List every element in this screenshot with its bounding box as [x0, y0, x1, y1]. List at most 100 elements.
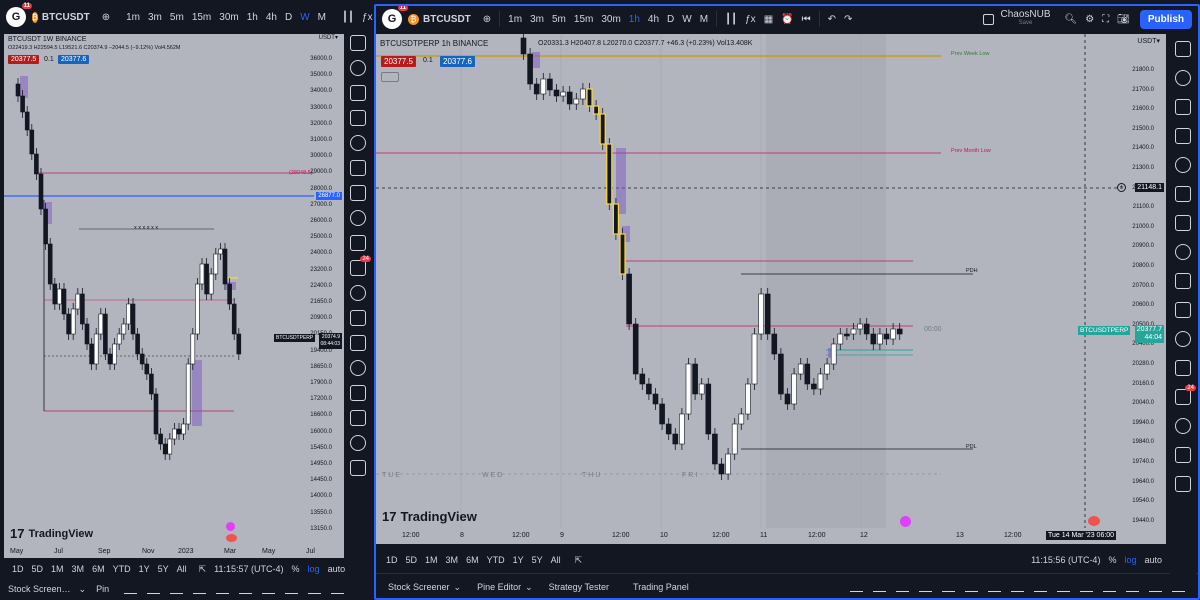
lock-icon[interactable] — [350, 460, 366, 476]
broadcast-icon[interactable] — [1175, 331, 1191, 347]
measure-icon[interactable] — [1080, 583, 1093, 592]
left-percent-toggle[interactable]: % — [288, 564, 304, 574]
fib-icon[interactable] — [285, 585, 299, 594]
right-lightning-icon[interactable] — [900, 516, 911, 527]
channel-icon[interactable] — [988, 583, 1001, 592]
search-icon[interactable]: 🔍︎ — [1061, 14, 1082, 25]
right-range-All[interactable]: All — [547, 555, 565, 565]
layers-icon[interactable]: 24 — [1175, 385, 1196, 405]
left-range-5Y[interactable]: 5Y — [154, 564, 173, 574]
ruler-icon[interactable] — [350, 435, 366, 451]
left-range-1M[interactable]: 1M — [47, 564, 68, 574]
tab-stock-screener[interactable]: Stock Screener — [376, 582, 462, 593]
arrow-icon[interactable] — [965, 583, 978, 592]
wifi-icon[interactable] — [350, 385, 366, 401]
alerts-icon[interactable] — [1175, 70, 1191, 86]
pattern-icon[interactable] — [1034, 583, 1047, 592]
chevron-down-icon[interactable]: ⌄ — [79, 584, 87, 595]
chevron-down-icon[interactable]: ⌄ — [525, 582, 533, 593]
left-interval-30m[interactable]: 30m — [215, 12, 242, 23]
streams-icon[interactable] — [1175, 273, 1191, 289]
add-symbol-icon[interactable]: ⊕ — [479, 14, 495, 25]
left-interval-1h[interactable]: 1h — [243, 12, 262, 23]
indicators-icon[interactable]: ƒx — [741, 14, 760, 25]
channel-icon[interactable] — [262, 585, 276, 594]
right-range-5D[interactable]: 5D — [402, 555, 422, 565]
replay-icon[interactable]: ⏮ — [798, 14, 815, 25]
left-clock[interactable]: 11:15:57 (UTC-4) — [210, 564, 287, 574]
tab-trading-panel[interactable]: Trading Panel — [621, 582, 701, 593]
left-tab-pine[interactable]: Pin — [86, 584, 119, 594]
right-range-1D[interactable]: 1D — [382, 555, 402, 565]
right-interval-D[interactable]: D — [663, 14, 678, 25]
ray-icon[interactable] — [942, 583, 955, 592]
ideas-icon[interactable] — [350, 160, 366, 176]
layers-icon[interactable] — [350, 335, 366, 351]
camera-icon[interactable]: 📷︎ — [1113, 14, 1134, 25]
left-range-1D[interactable]: 1D — [8, 564, 28, 574]
eye-icon[interactable] — [1149, 583, 1162, 592]
left-interval-M[interactable]: M — [314, 12, 330, 23]
text-icon[interactable] — [1126, 583, 1139, 592]
left-range-All[interactable]: All — [173, 564, 191, 574]
pen-icon[interactable] — [919, 583, 932, 592]
layout-checkbox-icon[interactable] — [983, 13, 995, 25]
left-range-YTD[interactable]: YTD — [109, 564, 135, 574]
candle-type-icon[interactable]: ┃┃ — [338, 12, 358, 23]
streams-icon[interactable] — [350, 235, 366, 251]
ideas-icon[interactable] — [1175, 186, 1191, 202]
right-auto-toggle[interactable]: auto — [1140, 555, 1166, 565]
calendar-icon[interactable] — [1175, 157, 1191, 173]
right-interval-W[interactable]: W — [678, 14, 695, 25]
left-axis-currency[interactable]: USDT▾ — [319, 34, 338, 41]
crosshair-plus-icon[interactable]: + — [1117, 183, 1126, 192]
right-log-toggle[interactable]: log — [1120, 555, 1140, 565]
right-interval-4h[interactable]: 4h — [644, 14, 663, 25]
news-icon[interactable] — [1175, 215, 1191, 231]
right-ask-price[interactable]: 20377.6 — [440, 56, 475, 67]
left-chart-canvas[interactable]: BTCUSDT 1W BINANCE O22419.3 H22594.5 L19… — [4, 34, 314, 544]
trash-icon[interactable] — [1172, 583, 1185, 592]
left-interval-3m[interactable]: 3m — [144, 12, 166, 23]
right-interval-5m[interactable]: 5m — [548, 14, 570, 25]
left-interval-1m[interactable]: 1m — [122, 12, 144, 23]
collapse-legend-icon[interactable] — [381, 72, 399, 82]
trend-icon[interactable] — [350, 360, 366, 376]
hotlist-icon[interactable] — [1175, 128, 1191, 144]
left-interval-15m[interactable]: 15m — [188, 12, 215, 23]
notification-icon[interactable]: 24 — [350, 256, 371, 276]
right-symbol[interactable]: BTCUSDT — [423, 14, 471, 25]
left-symbol[interactable]: BTCUSDT — [42, 12, 90, 23]
fullscreen-icon[interactable]: ⛶ — [1098, 14, 1113, 25]
left-range-1Y[interactable]: 1Y — [135, 564, 154, 574]
left-range-6M[interactable]: 6M — [88, 564, 109, 574]
left-price-axis[interactable]: USDT▾ 36000.0 35000.0 34000.0 33000.0 32000.… — [310, 34, 344, 544]
left-flag-icon[interactable] — [226, 534, 237, 542]
indicators-icon[interactable]: ƒx — [358, 12, 377, 23]
left-date-range-icon[interactable]: ⇱ — [195, 564, 211, 575]
left-interval-5m[interactable]: 5m — [166, 12, 188, 23]
left-interval-W[interactable]: W — [296, 12, 313, 23]
notification-icon[interactable] — [1175, 302, 1191, 318]
right-flag-icon[interactable] — [1088, 516, 1100, 526]
right-chart-canvas[interactable]: BTCUSDTPERP 1h BINANCE O20331.3 H20407.8… — [376, 34, 1126, 528]
layout-icon[interactable]: ▦ — [760, 14, 777, 25]
right-interval-30m[interactable]: 30m — [597, 14, 624, 25]
fork-icon[interactable] — [896, 583, 909, 592]
right-interval-M[interactable]: M — [696, 14, 712, 25]
hotlist-icon[interactable] — [350, 110, 366, 126]
left-logo-icon[interactable]: G 11 — [6, 3, 32, 27]
right-interval-1h[interactable]: 1h — [625, 14, 644, 25]
right-axis-currency[interactable]: USDT▾ — [1137, 37, 1160, 45]
alert-icon[interactable]: ⏰ — [777, 14, 797, 25]
trend-line-icon[interactable] — [850, 583, 863, 592]
fork-icon[interactable] — [170, 585, 184, 594]
redo-icon[interactable]: ↷ — [840, 14, 856, 25]
tab-pine-editor[interactable]: Pine Editor — [465, 582, 533, 593]
candle-type-icon[interactable]: ┃┃ — [721, 14, 741, 25]
right-range-1M[interactable]: 1M — [421, 555, 442, 565]
right-range-3M[interactable]: 3M — [442, 555, 463, 565]
right-price-axis[interactable]: USDT▾ 21800.0 21700.0 21600.0 21500.0 21400.… — [1126, 34, 1166, 546]
watchlist-icon[interactable] — [1175, 41, 1191, 57]
publish-button[interactable]: Publish — [1139, 9, 1192, 29]
